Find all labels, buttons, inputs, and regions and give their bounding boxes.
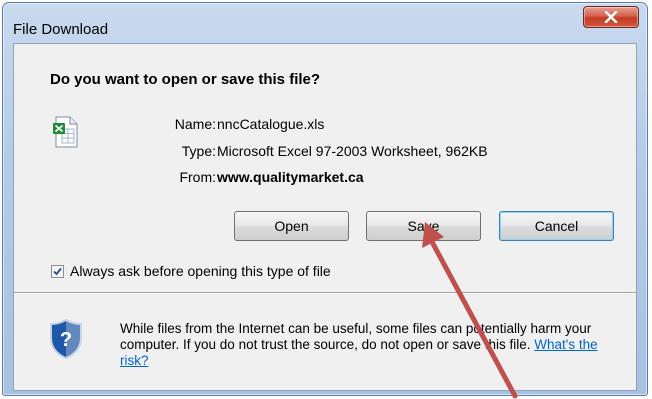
file-download-dialog: File Download Do you want to open or sav… <box>2 2 648 396</box>
cancel-button[interactable]: Cancel <box>499 211 614 241</box>
security-warning-text: While files from the Internet can be use… <box>120 321 620 369</box>
close-button[interactable] <box>583 6 639 28</box>
always-ask-checkbox[interactable] <box>51 264 64 278</box>
dialog-title: File Download <box>13 21 109 38</box>
checkmark-icon <box>53 267 62 275</box>
open-button[interactable]: Open <box>234 211 349 241</box>
from-label: From: <box>179 169 216 185</box>
always-ask-label: Always ask before opening this type of f… <box>70 263 331 279</box>
close-icon <box>604 11 618 23</box>
file-type-value: Microsoft Excel 97-2003 Worksheet, 962KB <box>217 143 488 159</box>
warning-message: While files from the Internet can be use… <box>120 321 592 352</box>
svg-text:?: ? <box>60 329 72 351</box>
file-name-value: nncCatalogue.xls <box>217 116 325 132</box>
always-ask-option[interactable]: Always ask before opening this type of f… <box>51 263 331 279</box>
shield-question-icon: ? <box>48 318 84 365</box>
save-button[interactable]: Save <box>366 211 481 241</box>
dialog-body: Do you want to open or save this file? N… <box>13 43 637 391</box>
file-source-value: www.qualitymarket.ca <box>217 169 364 185</box>
type-label: Type: <box>181 143 216 159</box>
dialog-question: Do you want to open or save this file? <box>50 71 321 88</box>
security-warning-pane: ? While files from the Internet can be u… <box>14 294 636 390</box>
excel-file-icon <box>52 116 80 153</box>
name-label: Name: <box>174 116 216 132</box>
title-bar[interactable]: File Download <box>3 3 647 43</box>
